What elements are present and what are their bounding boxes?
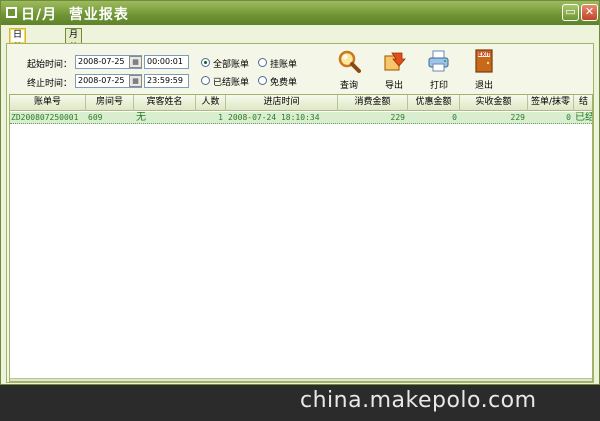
window-title: 日/月 营业报表 [21,7,129,23]
export-icon [384,52,406,71]
minimize-button[interactable]: ▭ [562,4,579,21]
cell-received-amount: 229 [510,113,525,122]
print-button[interactable]: 打印 [422,49,456,93]
cell-bill-no: ZD200807250001 [11,113,79,122]
cell-room-no: 609 [88,113,103,122]
title-bar[interactable]: 日/月 营业报表 ▭ ✕ [1,1,599,25]
tab-monthly-report[interactable]: 月营业报表 [65,28,83,92]
radio-free-bills-label: 免费单 [270,78,298,88]
cell-spend-amount: 229 [390,113,405,122]
start-calendar-icon[interactable]: ▦ [129,56,142,68]
col-bill-no[interactable]: 账单号 [10,95,86,111]
cell-signoff: 0 [566,113,571,122]
query-label: 查询 [339,81,358,91]
col-discount-amount[interactable]: 优惠金额 [408,95,460,111]
end-time-label: 终止时间： [27,79,73,89]
export-label: 导出 [384,81,403,91]
cell-guest-count: 1 [218,113,223,122]
start-time-label: 起始时间： [27,60,73,70]
table-row[interactable]: ZD200807250001 609 无 1 2008-07-24 18:10:… [10,112,593,124]
printer-icon [428,50,449,72]
radio-credit-bills[interactable] [258,58,267,67]
radio-free-bills[interactable] [258,76,267,85]
magnifier-icon [338,50,361,73]
table-header: 账单号 房间号 宾客姓名 人数 进店时间 消费金额 优惠金额 实收金额 签单/抹… [10,95,592,111]
cell-checkin-time: 2008-07-24 18:10:34 [228,113,320,122]
start-time-input[interactable]: 00:00:01 [144,55,189,69]
col-status[interactable]: 结 [574,95,592,111]
cell-discount-amount: 0 [452,113,457,122]
report-table[interactable]: 账单号 房间号 宾客姓名 人数 进店时间 消费金额 优惠金额 实收金额 签单/抹… [9,94,593,382]
col-guest-count[interactable]: 人数 [196,95,226,111]
radio-all-bills-label: 全部账单 [213,60,250,70]
col-signoff[interactable]: 签单/抹零 [528,95,574,111]
exit-label: 退出 [474,81,493,91]
end-calendar-icon[interactable]: ▦ [129,75,142,87]
radio-all-bills[interactable] [201,58,210,67]
tab-daily-report[interactable]: 日营业报表 [9,28,27,92]
col-received-amount[interactable]: 实收金额 [460,95,528,111]
table-footer [10,378,592,381]
close-button[interactable]: ✕ [581,4,598,21]
print-label: 打印 [429,81,448,91]
col-spend-amount[interactable]: 消费金额 [338,95,408,111]
cell-status: 已结 [575,112,593,123]
export-button[interactable]: 导出 [377,49,411,93]
radio-settled-bills[interactable] [201,76,210,85]
watermark-text: china.makepolo.com [300,388,537,413]
end-time-input[interactable]: 23:59:59 [144,74,189,88]
report-window: 日/月 营业报表 ▭ ✕ 日营业报表 月营业报表 起始时间： 2008-07-2… [0,0,600,385]
radio-settled-bills-label: 已结账单 [213,78,250,88]
exit-sign-text: EXIT [478,52,491,58]
col-guest-name[interactable]: 宾客姓名 [134,95,196,111]
exit-button[interactable]: EXIT 退出 [467,49,501,93]
col-checkin-time[interactable]: 进店时间 [226,95,338,111]
cell-guest-name: 无 [136,112,146,123]
window-icon [6,7,17,18]
query-button[interactable]: 查询 [332,49,366,93]
col-room-no[interactable]: 房间号 [86,95,134,111]
radio-credit-bills-label: 挂账单 [270,60,298,70]
